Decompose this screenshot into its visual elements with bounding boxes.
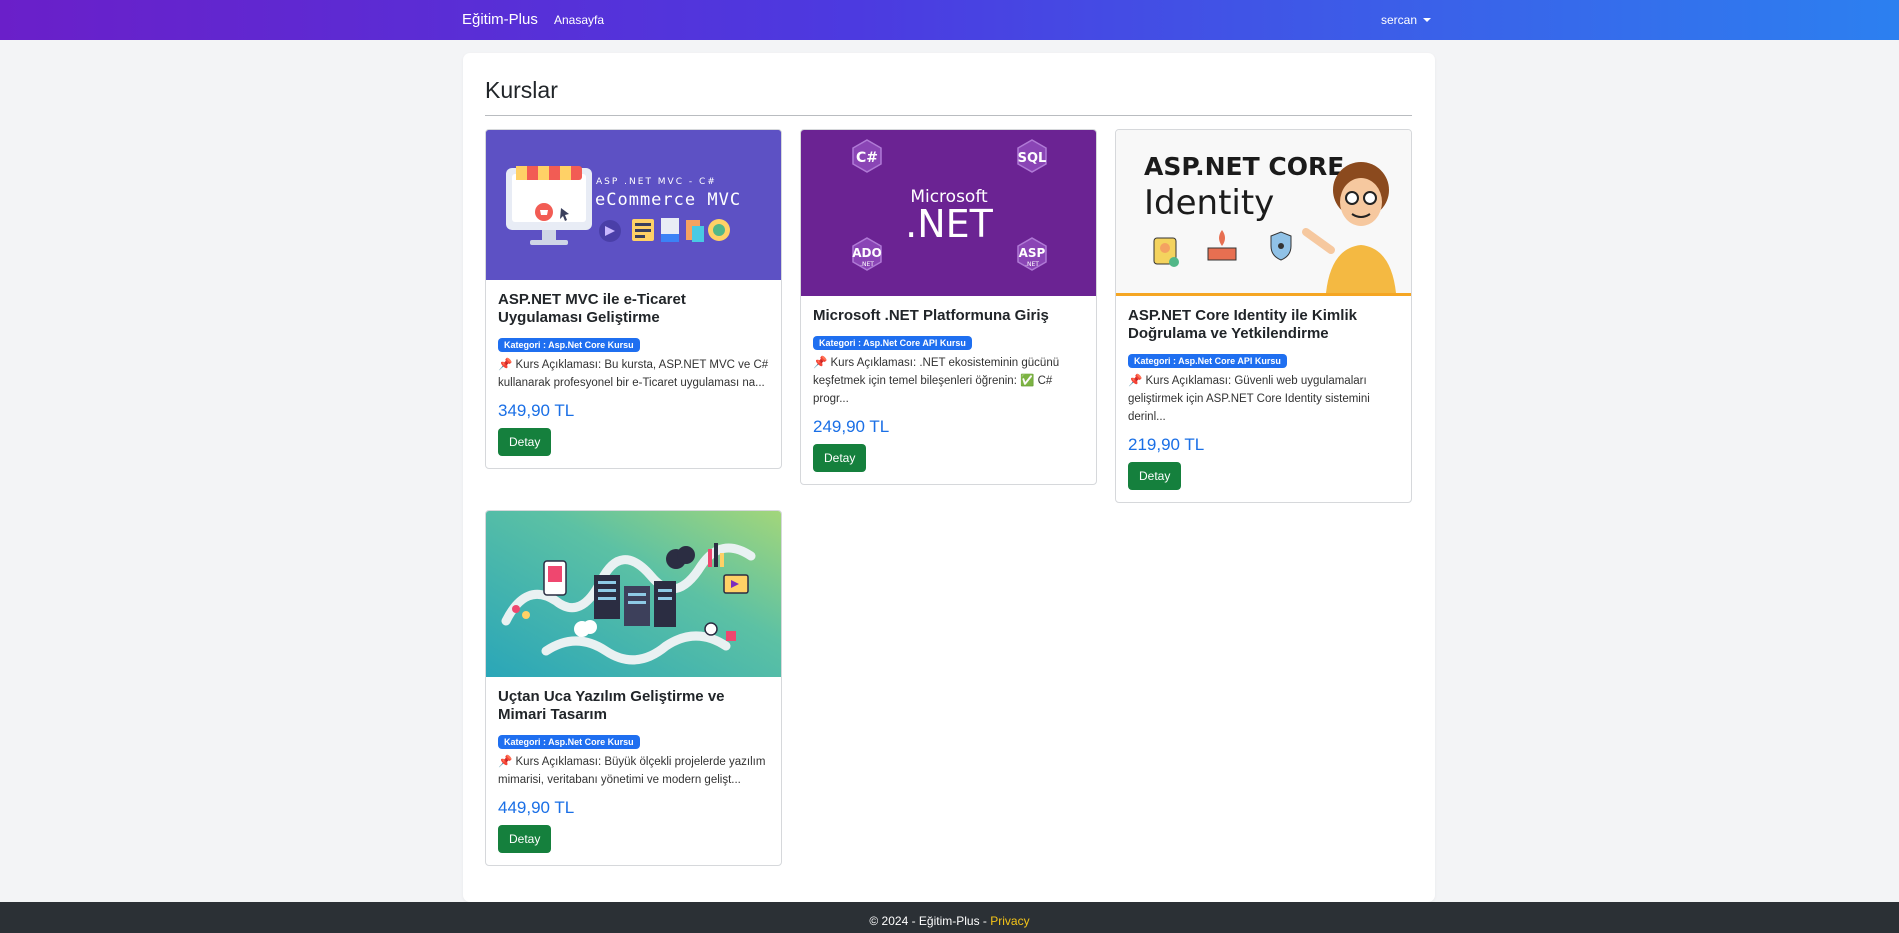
thumb-subtitle: ASP.NET CORE xyxy=(1144,152,1344,181)
nav-link-home[interactable]: Anasayfa xyxy=(554,13,604,27)
svg-text:ASP: ASP xyxy=(1019,246,1046,260)
course-price: 219,90 TL xyxy=(1128,435,1205,454)
footer-copyright: © 2024 - Eğitim-Plus - xyxy=(869,914,991,928)
course-thumbnail: C# SQL ADO .NET ASP .NET Microsoft .NET xyxy=(801,130,1096,296)
caret-down-icon xyxy=(1423,18,1432,22)
category-badge: Kategori : Asp.Net Core Kursu xyxy=(498,338,640,352)
svg-text:C#: C# xyxy=(856,150,878,166)
course-price: 449,90 TL xyxy=(498,798,575,817)
thumb-title: eCommerce MVC xyxy=(595,190,741,210)
course-title[interactable]: ASP.NET MVC ile e-Ticaret Uygulaması Gel… xyxy=(498,291,769,327)
page-title: Kurslar xyxy=(485,77,558,103)
course-title[interactable]: ASP.NET Core Identity ile Kimlik Doğrula… xyxy=(1128,307,1399,343)
category-badge: Kategori : Asp.Net Core API Kursu xyxy=(813,336,972,350)
thumb-subtitle: ASP .NET MVC - C# xyxy=(596,177,717,187)
detail-button[interactable]: Detay xyxy=(498,825,552,853)
category-badge: Kategori : Asp.Net Core API Kursu xyxy=(1128,354,1287,368)
title-divider xyxy=(485,115,1412,116)
course-description: 📌 Kurs Açıklaması: Bu kursta, ASP.NET MV… xyxy=(498,359,769,389)
course-card: C# SQL ADO .NET ASP .NET Microsoft .NET … xyxy=(800,129,1097,485)
svg-text:SQL: SQL xyxy=(1018,151,1047,166)
thumb-title: .NET xyxy=(905,202,994,246)
course-description: 📌 Kurs Açıklaması: Güvenli web uygulamal… xyxy=(1128,375,1370,423)
svg-text:.NET: .NET xyxy=(860,261,874,268)
category-badge: Kategori : Asp.Net Core Kursu xyxy=(498,735,640,749)
course-thumbnail: ASP .NET MVC - C# eCommerce MVC xyxy=(486,130,781,280)
course-title[interactable]: Microsoft .NET Platformuna Giriş xyxy=(813,307,1084,325)
detail-button[interactable]: Detay xyxy=(498,428,552,456)
top-navbar: Eğitim-Plus Anasayfa sercan xyxy=(0,0,1899,40)
user-dropdown[interactable]: sercan xyxy=(1381,13,1432,27)
brand-link[interactable]: Eğitim-Plus xyxy=(462,11,538,28)
course-description: 📌 Kurs Açıklaması: Büyük ölçekli projele… xyxy=(498,756,766,786)
svg-text:.NET: .NET xyxy=(1025,261,1039,268)
course-card: Uçtan Uca Yazılım Geliştirme ve Mimari T… xyxy=(485,510,782,866)
ecommerce-mvc-image: ASP .NET MVC - C# eCommerce MVC xyxy=(486,130,781,280)
privacy-link[interactable]: Privacy xyxy=(990,914,1029,928)
detail-button[interactable]: Detay xyxy=(813,444,867,472)
course-thumbnail xyxy=(486,511,781,677)
course-card: ASP .NET MVC - C# eCommerce MVC ASP.NET … xyxy=(485,129,782,469)
dotnet-image: C# SQL ADO .NET ASP .NET Microsoft .NET xyxy=(801,130,1096,296)
course-price: 349,90 TL xyxy=(498,401,575,420)
course-price: 249,90 TL xyxy=(813,417,890,436)
course-description: 📌 Kurs Açıklaması: .NET ekosisteminin gü… xyxy=(813,357,1060,405)
course-card: ASP.NET CORE Identity ASP.NET Core Ident… xyxy=(1115,129,1412,503)
software-architecture-image xyxy=(486,511,781,677)
course-thumbnail: ASP.NET CORE Identity xyxy=(1116,130,1411,296)
page-footer: © 2024 - Eğitim-Plus - Privacy xyxy=(0,902,1899,933)
detail-button[interactable]: Detay xyxy=(1128,462,1182,490)
course-title[interactable]: Uçtan Uca Yazılım Geliştirme ve Mimari T… xyxy=(498,688,769,724)
thumb-title: Identity xyxy=(1144,183,1274,223)
svg-text:ADO: ADO xyxy=(852,246,881,260)
identity-image: ASP.NET CORE Identity xyxy=(1116,130,1411,293)
user-name: sercan xyxy=(1381,13,1418,27)
courses-panel: Kurslar ASP .NET MVC - C# eCommerce MVC … xyxy=(463,53,1435,902)
